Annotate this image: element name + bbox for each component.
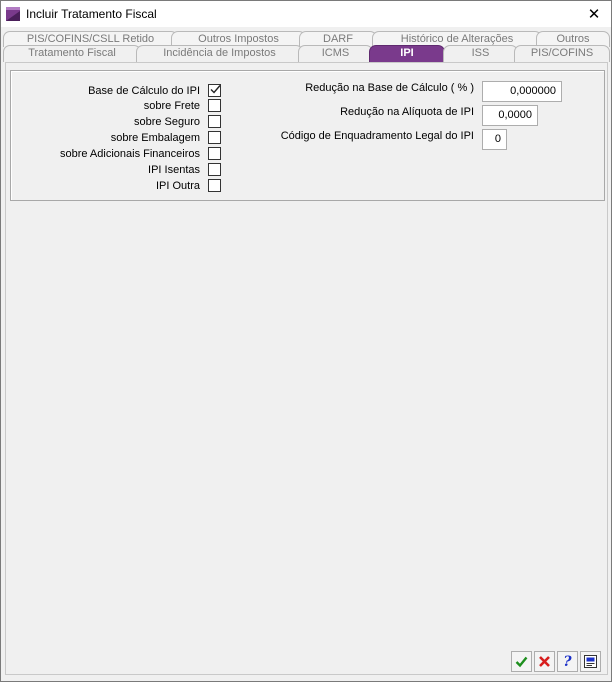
checkbox-row-adicionais-financeiros: sobre Adicionais Financeiros	[21, 147, 200, 161]
checkbox-row-ipi-outra: IPI Outra	[21, 179, 200, 193]
reducao-base-calculo-label: Redução na Base de Cálculo ( % )	[305, 82, 474, 94]
checkbox-row-seguro: sobre Seguro	[21, 115, 200, 129]
check-icon	[515, 656, 528, 668]
app-icon	[6, 7, 20, 21]
checkbox-label: IPI Outra	[155, 180, 200, 192]
checkbox-row-ipi-isentas: IPI Isentas	[21, 163, 200, 177]
sobre-embalagem-checkbox[interactable]	[208, 131, 221, 144]
dialog-window: Incluir Tratamento Fiscal ✕ PIS/COFINS/C…	[0, 0, 612, 682]
tab-ipi[interactable]: IPI	[369, 45, 445, 63]
codigo-enquadramento-label: Código de Enquadramento Legal do IPI	[280, 130, 474, 142]
close-button[interactable]: ✕	[577, 1, 611, 27]
tab-iss[interactable]: ISS	[443, 45, 518, 62]
checkbox-row-frete: sobre Frete	[21, 99, 200, 113]
close-icon: ✕	[587, 6, 601, 23]
codigo-enquadramento-input[interactable]: 0	[482, 129, 507, 150]
tab-icms[interactable]: ICMS	[298, 45, 373, 62]
window-title: Incluir Tratamento Fiscal	[26, 7, 157, 21]
reducao-base-calculo-input[interactable]: 0,000000	[482, 81, 562, 102]
cancel-button[interactable]	[534, 651, 555, 672]
checkbox-label: sobre Seguro	[133, 116, 200, 128]
sobre-frete-checkbox[interactable]	[208, 99, 221, 112]
checkbox-label: sobre Embalagem	[110, 132, 200, 144]
ok-button[interactable]	[511, 651, 532, 672]
tab-tratamento-fiscal[interactable]: Tratamento Fiscal	[3, 45, 141, 62]
checkbox-row-base-calculo: Base de Cálculo do IPI	[21, 84, 200, 98]
reducao-aliquota-ipi-label: Redução na Alíquota de IPI	[340, 106, 474, 118]
reducao-aliquota-ipi-input[interactable]: 0,0000	[482, 105, 538, 126]
ipi-isentas-checkbox[interactable]	[208, 163, 221, 176]
tab-incidencia-impostos[interactable]: Incidência de Impostos	[136, 45, 303, 62]
x-icon	[539, 656, 550, 667]
check-icon	[210, 85, 221, 94]
ipi-outra-checkbox[interactable]	[208, 179, 221, 192]
base-calculo-ipi-checkbox[interactable]	[208, 84, 221, 97]
checkbox-label: sobre Frete	[143, 100, 200, 112]
checkbox-label: IPI Isentas	[148, 164, 200, 176]
sobre-adicionais-financeiros-checkbox[interactable]	[208, 147, 221, 160]
checkbox-label: sobre Adicionais Financeiros	[59, 148, 200, 160]
checkbox-row-embalagem: sobre Embalagem	[21, 131, 200, 145]
document-button[interactable]	[580, 651, 601, 672]
help-icon: ?	[563, 653, 572, 670]
tab-pis-cofins[interactable]: PIS/COFINS	[514, 45, 610, 62]
checkbox-label: Base de Cálculo do IPI	[88, 85, 200, 97]
help-button[interactable]: ?	[557, 651, 578, 672]
sobre-seguro-checkbox[interactable]	[208, 115, 221, 128]
document-icon	[584, 655, 597, 668]
title-bar: Incluir Tratamento Fiscal ✕	[1, 1, 611, 27]
